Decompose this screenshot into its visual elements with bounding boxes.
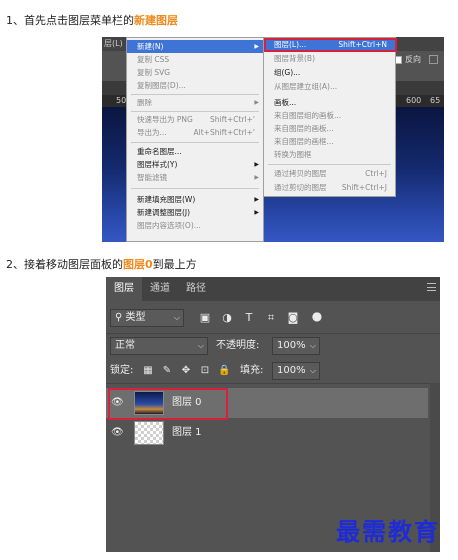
image-filter-icon[interactable]: ▣: [198, 311, 212, 325]
lock-all-icon[interactable]: 🔒: [218, 365, 230, 377]
step-2-suffix: 到最上方: [152, 258, 197, 271]
type-filter-icon[interactable]: T: [242, 311, 256, 325]
search-icon: ⚲: [115, 312, 123, 323]
chevron-down-icon: ⌵: [173, 313, 180, 322]
menu-item-new-fill-layer[interactable]: 新建填充图层(W) ▶: [127, 193, 263, 206]
panel-tab-bar: 图层 通道 路径: [106, 277, 440, 301]
submenu-arrow-icon: ▶: [254, 99, 259, 106]
menu-separator: [131, 142, 259, 143]
invert-label: 反向: [405, 55, 421, 64]
lock-label: 锁定:: [110, 365, 134, 376]
invert-option[interactable]: 反向: [394, 54, 444, 68]
layer-thumbnail: [134, 421, 164, 445]
photoshop-layer-menu-screenshot: 层(L) 反向 50 600 65 新建(N) ▶ 复制 CSS 复制 SVG 复…: [102, 37, 444, 242]
submenu-arrow-icon: ▶: [254, 196, 259, 203]
eye-icon[interactable]: 👁: [111, 427, 124, 439]
layer-name[interactable]: 图层 1: [172, 418, 202, 448]
opacity-label: 不透明度:: [216, 340, 260, 351]
blend-mode-dropdown[interactable]: 正常 ⌵: [110, 337, 208, 355]
step-1-caption: 1、首先点击图层菜单栏的新建图层: [6, 12, 178, 28]
menu-item-layer-background[interactable]: 图层背景(B): [264, 52, 395, 65]
ruler-tick: 65: [430, 96, 441, 105]
menu-item-artboard-from-layers[interactable]: 来自图层的画板...: [264, 122, 395, 135]
submenu-arrow-icon: ▶: [254, 209, 259, 216]
lock-artboard-icon[interactable]: ⊡: [199, 365, 211, 377]
filter-kind-dropdown[interactable]: ⚲ 类型 ⌵: [110, 309, 184, 327]
panel-separator: [106, 333, 440, 334]
menu-item-group[interactable]: 组(G)...: [264, 66, 395, 79]
menu-item-copy-svg[interactable]: 复制 SVG: [127, 66, 263, 79]
submenu-arrow-icon: ▶: [254, 174, 259, 181]
layer-row[interactable]: 👁 图层 1: [106, 418, 428, 448]
chevron-down-icon: ⌵: [309, 366, 316, 375]
panel-menu-icon[interactable]: [427, 283, 436, 291]
tab-channels[interactable]: 通道: [142, 277, 178, 301]
blend-mode-value: 正常: [115, 340, 135, 351]
step-2-highlight: 图层0: [123, 258, 153, 271]
menu-item-artboard-from-group[interactable]: 来自图层组的画板...: [264, 109, 395, 122]
shape-filter-icon[interactable]: ⌗: [264, 311, 278, 325]
menu-separator: [268, 164, 391, 165]
menu-item-new[interactable]: 新建(N) ▶: [127, 40, 263, 53]
fill-value: 100%: [277, 365, 306, 376]
menu-item-convert-to-frame[interactable]: 转换为图框: [264, 148, 395, 161]
step-1-text: 1、首先点击图层菜单栏的: [6, 14, 134, 27]
panel-separator: [106, 383, 440, 384]
menu-separator: [131, 94, 259, 95]
menu-separator: [131, 188, 259, 189]
smart-object-filter-icon[interactable]: ◙: [286, 311, 300, 325]
menu-item-export-as[interactable]: 导出为... Alt+Shift+Ctrl+': [127, 126, 263, 139]
step-2-text: 2、接着移动图层面板的: [6, 258, 123, 271]
tab-paths[interactable]: 路径: [178, 277, 214, 301]
annotation-highlight-box: [264, 38, 397, 52]
tab-layers[interactable]: 图层: [106, 277, 142, 301]
ruler-tick: 50: [116, 96, 127, 105]
menu-item-frame-from-layers[interactable]: 来自图层的画框...: [264, 135, 395, 148]
new-submenu-dropdown: 图层(L)... Shift+Ctrl+N 图层背景(B) 组(G)... 从图层…: [263, 37, 397, 197]
menu-item-copy-css[interactable]: 复制 CSS: [127, 53, 263, 66]
menu-item-layer-content-options[interactable]: 图层内容选项(O)...: [127, 219, 263, 232]
menu-item-duplicate-layer[interactable]: 复制图层(D)...: [127, 79, 263, 92]
filter-kind-label: 类型: [125, 312, 146, 323]
lock-brush-icon[interactable]: ✎: [161, 365, 173, 377]
lock-transparent-icon[interactable]: ▦: [142, 365, 154, 377]
step-1-highlight: 新建图层: [134, 14, 178, 27]
watermark-logo: 最需教育: [336, 517, 440, 546]
menu-separator: [131, 111, 259, 112]
layer-menu-dropdown: 新建(N) ▶ 复制 CSS 复制 SVG 复制图层(D)... 删除 ▶ 快速导出…: [126, 37, 264, 242]
filter-toggle-icon[interactable]: ●: [310, 309, 324, 323]
menu-item-quick-export-png[interactable]: 快速导出为 PNG Shift+Ctrl+': [127, 113, 263, 126]
lock-position-icon[interactable]: ✥: [180, 365, 192, 377]
ruler-tick: 600: [406, 96, 422, 105]
menu-item-group-from-layers[interactable]: 从图层建立组(A)...: [264, 80, 395, 93]
option-box-icon[interactable]: [429, 55, 438, 64]
menu-item-rename-layer[interactable]: 重命名图层...: [127, 145, 263, 158]
annotation-highlight-box: [108, 388, 228, 420]
step-2-caption: 2、接着移动图层面板的图层0到最上方: [6, 256, 197, 272]
menu-item-layer-via-copy[interactable]: 通过拷贝的图层 Ctrl+J: [264, 167, 395, 180]
fill-label: 填充:: [240, 365, 264, 376]
menu-item-smart-filter[interactable]: 智能滤镜 ▶: [127, 171, 263, 184]
chevron-down-icon: ⌵: [309, 341, 316, 350]
opacity-value: 100%: [277, 340, 306, 351]
chevron-down-icon: ⌵: [197, 341, 204, 350]
menu-item-new-adjustment-layer[interactable]: 新建调整图层(J) ▶: [127, 206, 263, 219]
menu-item-layer-via-cut[interactable]: 通过剪切的图层 Shift+Ctrl+J: [264, 181, 395, 194]
menu-bar-layer[interactable]: 层(L): [104, 38, 123, 49]
submenu-arrow-icon: ▶: [254, 161, 259, 168]
adjustment-filter-icon[interactable]: ◑: [220, 311, 234, 325]
opacity-field[interactable]: 100% ⌵: [272, 337, 320, 355]
layers-panel-screenshot: 图层 通道 路径 ⚲ 类型 ⌵ ▣ ◑ T ⌗ ◙ ● 正常 ⌵ 不透明度: 1…: [106, 277, 440, 552]
menu-item-artboard[interactable]: 画板...: [264, 96, 395, 109]
fill-field[interactable]: 100% ⌵: [272, 362, 320, 380]
menu-item-layer-style[interactable]: 图层样式(Y) ▶: [127, 158, 263, 171]
submenu-arrow-icon: ▶: [254, 43, 259, 50]
menu-item-delete[interactable]: 删除 ▶: [127, 96, 263, 109]
